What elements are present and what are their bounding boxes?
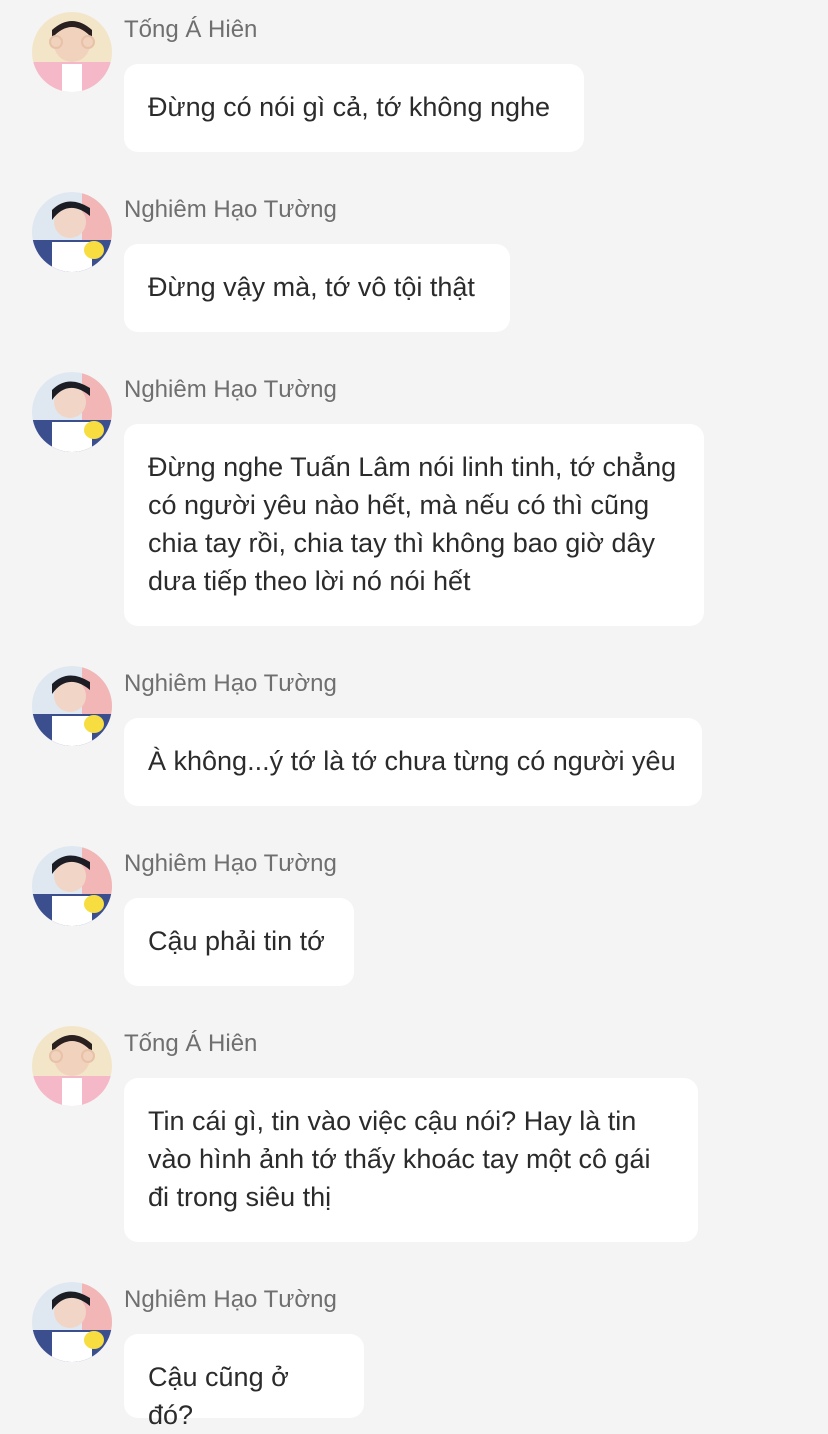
message-bubble[interactable]: Đừng nghe Tuấn Lâm nói linh tinh, tớ chẳ…	[124, 424, 704, 626]
avatar-image	[32, 372, 112, 452]
sender-name: Nghiêm Hạo Tường	[124, 1286, 337, 1313]
avatar[interactable]	[32, 1026, 112, 1106]
sender-name: Nghiêm Hạo Tường	[124, 670, 337, 697]
avatar[interactable]	[32, 1282, 112, 1362]
avatar[interactable]	[32, 12, 112, 92]
avatar[interactable]	[32, 192, 112, 272]
sender-name: Nghiêm Hạo Tường	[124, 850, 337, 877]
avatar-image	[32, 12, 112, 92]
message-bubble[interactable]: Đừng vậy mà, tớ vô tội thật	[124, 244, 510, 332]
sender-name: Nghiêm Hạo Tường	[124, 196, 337, 223]
sender-name: Tống Á Hiên	[124, 16, 258, 43]
message-bubble[interactable]: Tin cái gì, tin vào việc cậu nói? Hay là…	[124, 1078, 698, 1242]
avatar[interactable]	[32, 846, 112, 926]
avatar[interactable]	[32, 666, 112, 746]
message-bubble[interactable]: Cậu cũng ở đó?	[124, 1334, 364, 1430]
avatar[interactable]	[32, 372, 112, 452]
message-bubble[interactable]: Đừng có nói gì cả, tớ không nghe	[124, 64, 584, 152]
avatar-image	[32, 666, 112, 746]
message-bubble[interactable]: À không...ý tớ là tớ chưa từng có người …	[124, 718, 702, 806]
avatar-image	[32, 1026, 112, 1106]
avatar-image	[32, 192, 112, 272]
sender-name: Nghiêm Hạo Tường	[124, 376, 337, 403]
avatar-image	[32, 1282, 112, 1362]
avatar-image	[32, 846, 112, 926]
message-bubble[interactable]: Cậu phải tin tớ	[124, 898, 354, 986]
sender-name: Tống Á Hiên	[124, 1030, 258, 1057]
